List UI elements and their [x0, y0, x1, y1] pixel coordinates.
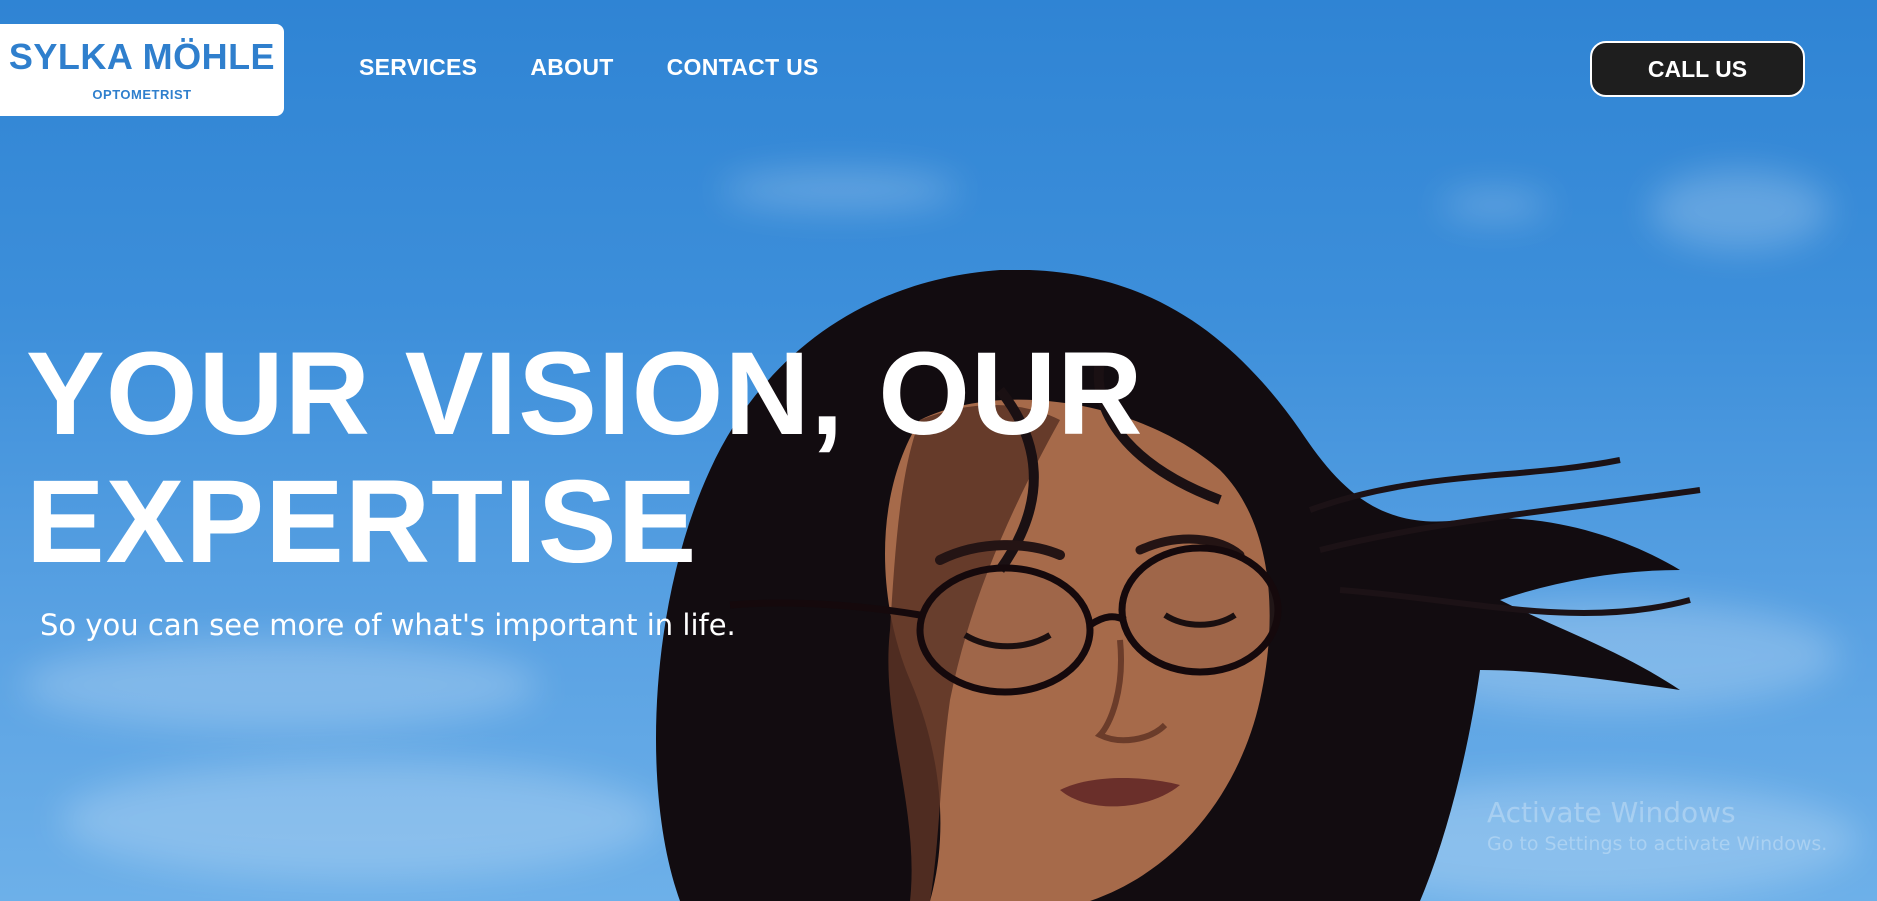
headline-line-2: EXPERTISE — [26, 456, 698, 588]
cloud — [60, 760, 660, 880]
activate-windows-watermark: Activate Windows Go to Settings to activ… — [1487, 796, 1827, 858]
brand-name: SYLKA MÖHLE — [8, 36, 276, 77]
cloud — [1650, 170, 1830, 250]
main-nav: SERVICES ABOUT CONTACT US — [359, 54, 819, 81]
watermark-subtitle: Go to Settings to activate Windows. — [1487, 833, 1828, 855]
hero-section: SYLKA MÖHLE OPTOMETRIST SERVICES ABOUT C… — [0, 0, 1877, 901]
nav-item-contact-us[interactable]: CONTACT US — [667, 54, 819, 81]
nav-item-services[interactable]: SERVICES — [359, 54, 477, 81]
watermark-title: Activate Windows — [1487, 796, 1736, 829]
brand-subtitle: OPTOMETRIST — [92, 87, 192, 102]
brand-logo[interactable]: SYLKA MÖHLE OPTOMETRIST — [0, 24, 284, 116]
hero-tagline: So you can see more of what's important … — [40, 608, 736, 642]
hero-headline: YOUR VISION, OUR EXPERTISE — [26, 330, 1326, 586]
cloud — [20, 640, 540, 730]
call-us-button[interactable]: CALL US — [1590, 41, 1805, 97]
headline-line-1: YOUR VISION, OUR — [26, 328, 1144, 460]
cloud — [1440, 190, 1550, 220]
nav-item-about[interactable]: ABOUT — [530, 54, 613, 81]
cloud — [720, 170, 960, 210]
